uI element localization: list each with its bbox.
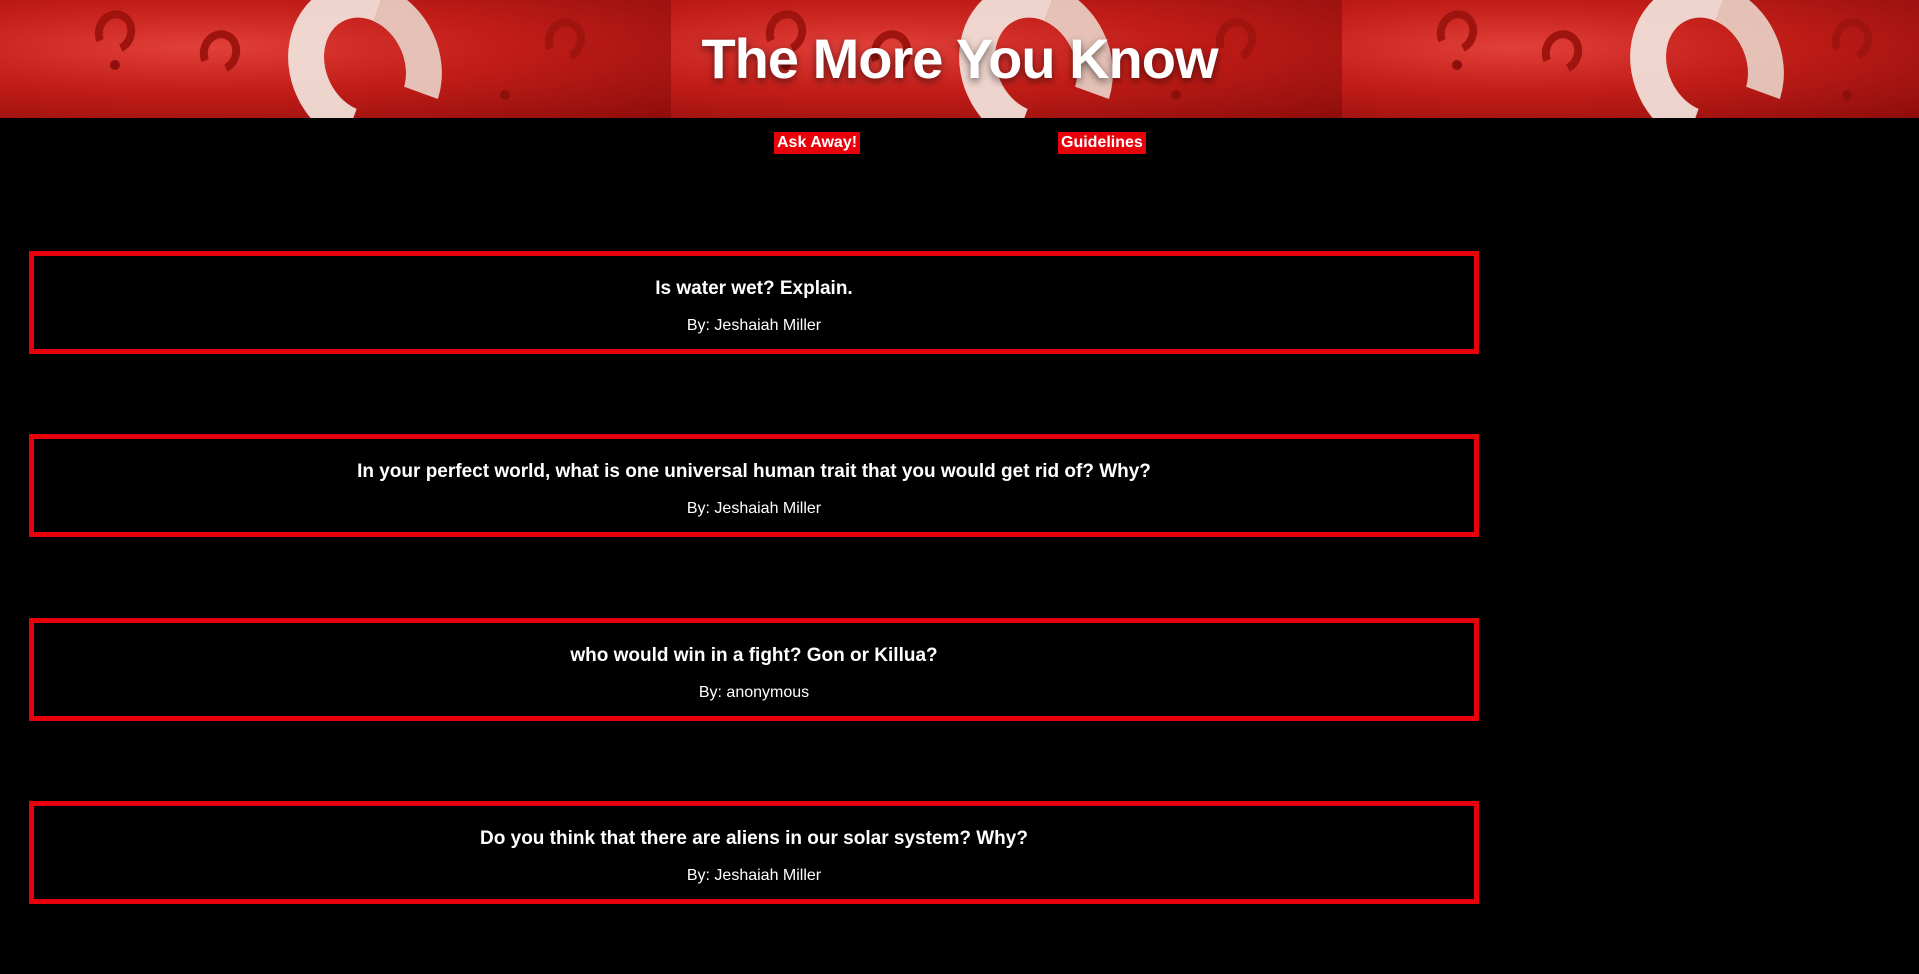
question-card[interactable]: In your perfect world, what is one unive… bbox=[29, 434, 1479, 537]
question-author: By: Jeshaiah Miller bbox=[686, 500, 822, 517]
guidelines-button[interactable]: Guidelines bbox=[1058, 132, 1146, 154]
ask-away-button[interactable]: Ask Away! bbox=[774, 132, 861, 154]
question-card[interactable]: who would win in a fight? Gon or Killua?… bbox=[29, 618, 1479, 721]
header-banner: The More You Know bbox=[0, 0, 1919, 118]
question-text: In your perfect world, what is one unive… bbox=[357, 461, 1151, 482]
question-card[interactable]: Do you think that there are aliens in ou… bbox=[29, 801, 1479, 904]
question-author: By: Jeshaiah Miller bbox=[686, 867, 822, 884]
question-text: Is water wet? Explain. bbox=[655, 278, 853, 299]
page-title: The More You Know bbox=[701, 27, 1218, 90]
question-author: By: Jeshaiah Miller bbox=[686, 317, 822, 334]
question-card[interactable]: Is water wet? Explain. By: Jeshaiah Mill… bbox=[29, 251, 1479, 354]
question-text: who would win in a fight? Gon or Killua? bbox=[570, 645, 938, 666]
question-text: Do you think that there are aliens in ou… bbox=[480, 828, 1028, 849]
question-author: By: anonymous bbox=[698, 684, 810, 701]
